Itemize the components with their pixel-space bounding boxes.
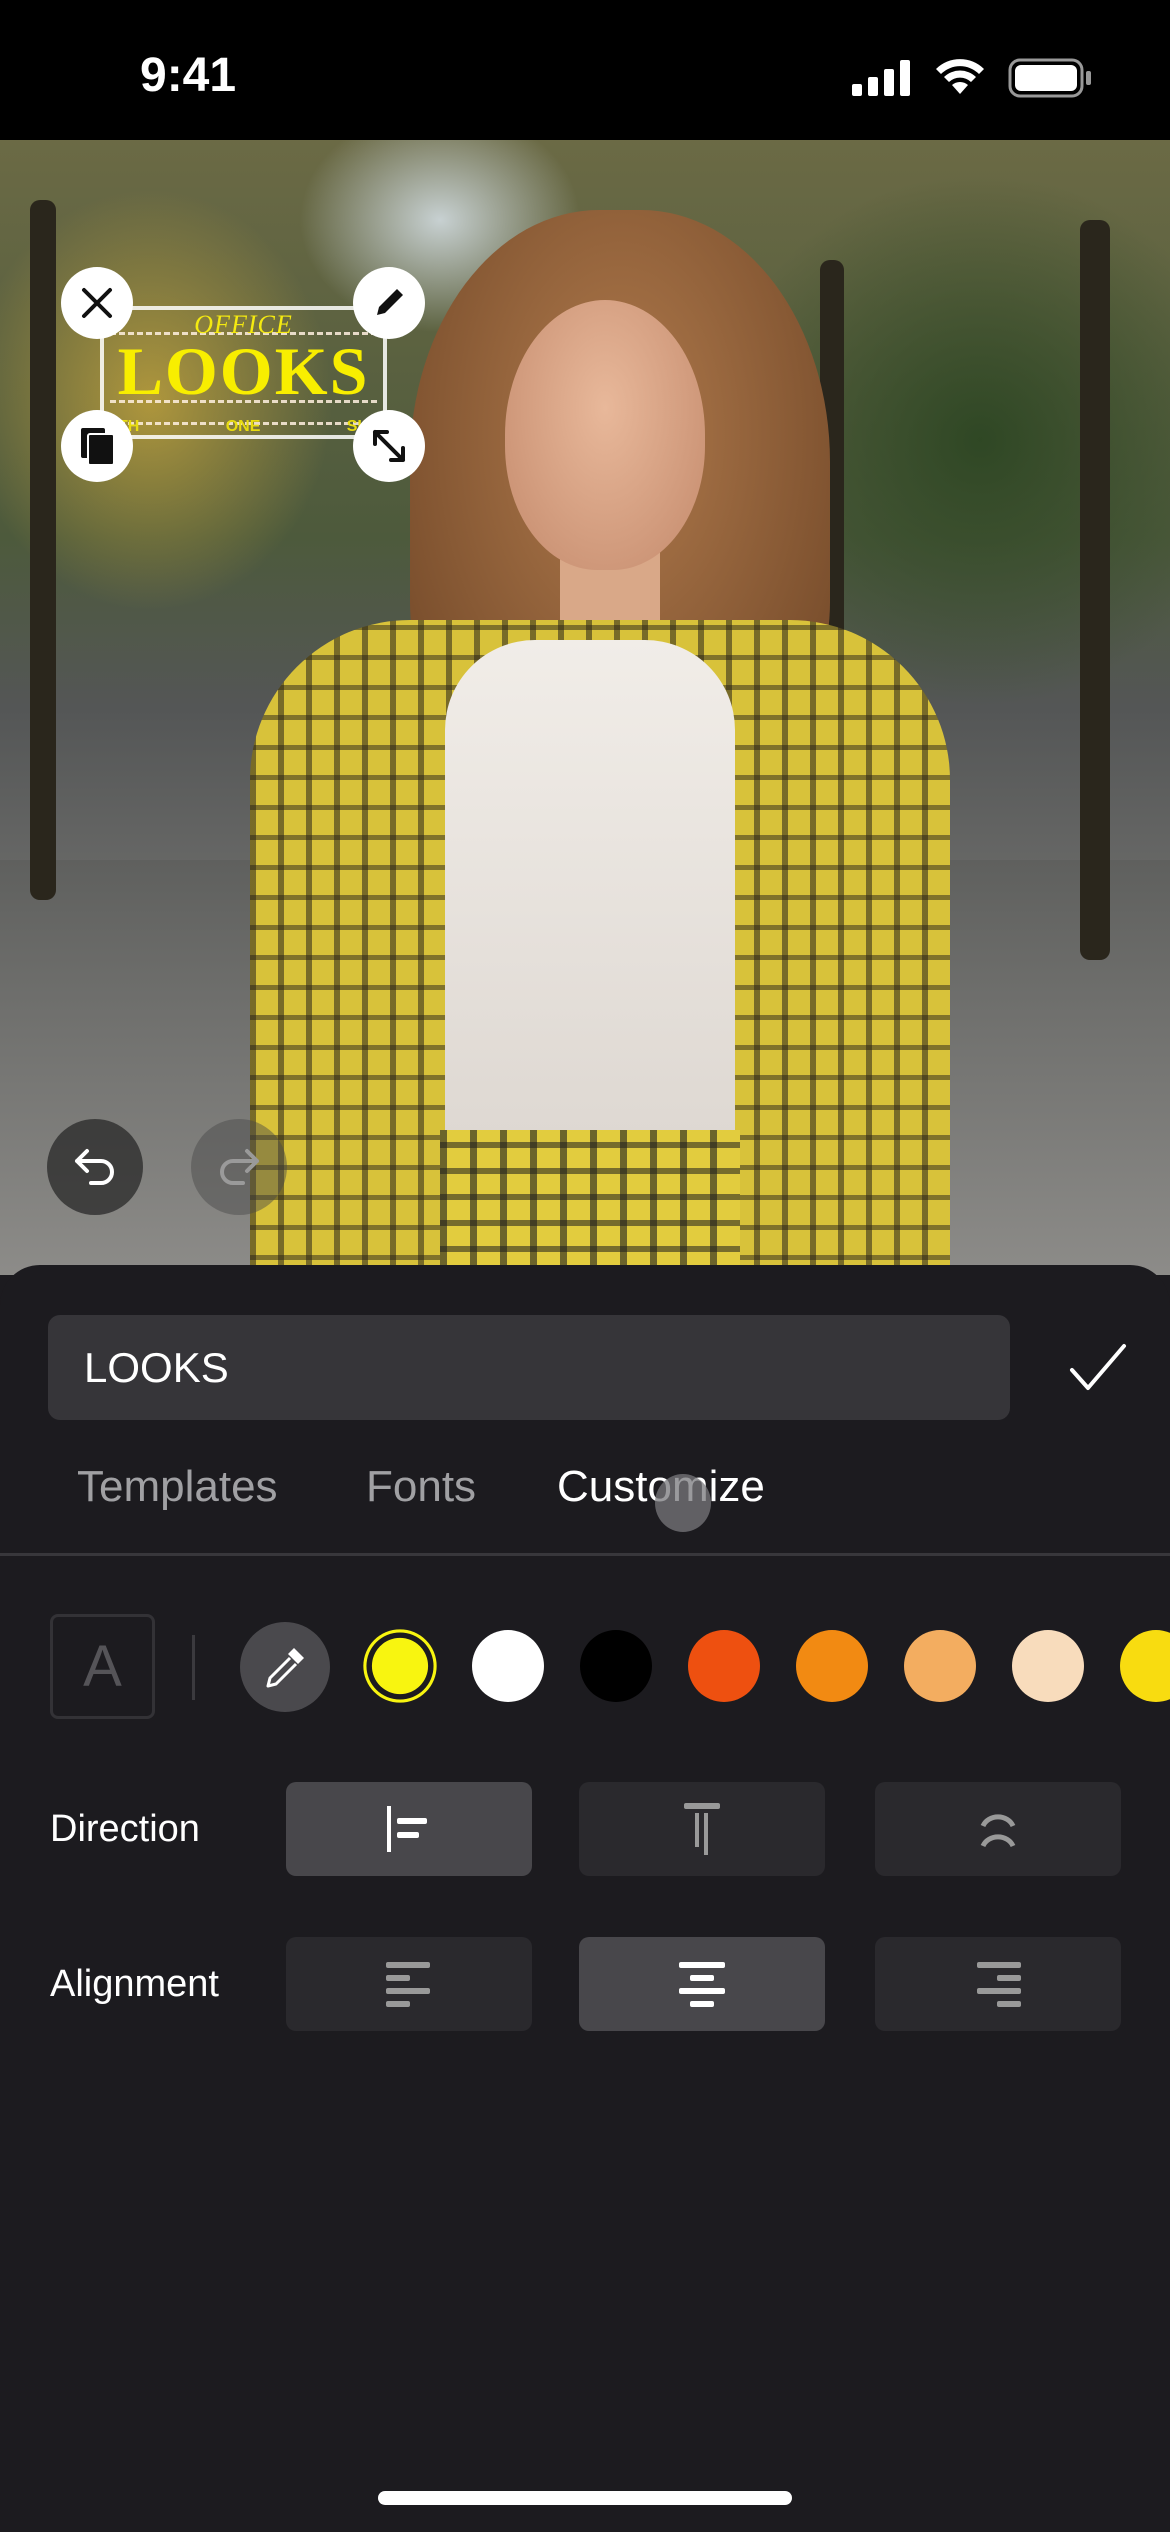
- color-swatch-selected[interactable]: [371, 1637, 429, 1695]
- horizontal-text-icon: [387, 1806, 427, 1852]
- wifi-icon: [936, 59, 984, 94]
- color-swatch[interactable]: [580, 1630, 652, 1702]
- direction-vertical-button[interactable]: [579, 1782, 825, 1876]
- curved-text-icon: [980, 1814, 1016, 1848]
- text-style-button[interactable]: A: [50, 1614, 155, 1719]
- cellular-signal-icon: [852, 60, 910, 96]
- resize-sticker-handle[interactable]: [353, 410, 425, 482]
- eyedropper-button[interactable]: [240, 1622, 330, 1712]
- direction-curved-button[interactable]: [875, 1782, 1121, 1876]
- color-swatch[interactable]: [1012, 1630, 1084, 1702]
- tree-trunk: [30, 200, 56, 900]
- color-swatch[interactable]: [472, 1630, 544, 1702]
- text-editor-panel: [0, 1265, 1170, 2532]
- eyedropper-icon: [266, 1648, 304, 1688]
- status-time: 9:41: [140, 49, 237, 102]
- status-bar: 9:41: [0, 0, 1170, 140]
- tree-trunk: [1080, 220, 1110, 960]
- divider: [0, 1553, 1170, 1556]
- plaid-skirt: [440, 1130, 740, 1275]
- align-center-button[interactable]: [579, 1937, 825, 2031]
- duplicate-icon: [81, 428, 115, 466]
- face: [505, 300, 705, 570]
- pencil-icon: [377, 289, 403, 315]
- color-swatch[interactable]: [904, 1630, 976, 1702]
- duplicate-sticker-button[interactable]: [61, 410, 133, 482]
- align-center-icon: [679, 1962, 725, 2007]
- text-sticker[interactable]: OFFICE LOOKS TH ONE SH: [100, 306, 387, 439]
- align-left-icon: [386, 1962, 430, 2007]
- confirm-button[interactable]: [1068, 1342, 1128, 1394]
- align-right-icon: [977, 1962, 1021, 2007]
- redo-button[interactable]: [191, 1119, 287, 1215]
- color-swatch[interactable]: [796, 1630, 868, 1702]
- align-right-button[interactable]: [875, 1937, 1121, 2031]
- undo-button[interactable]: [47, 1119, 143, 1215]
- resize-icon: [373, 430, 405, 462]
- sticker-word: ONE: [225, 418, 261, 435]
- separator: [192, 1635, 195, 1700]
- touch-indicator: [655, 1474, 711, 1532]
- redo-icon: [220, 1149, 259, 1185]
- tab-fonts[interactable]: Fonts: [366, 1462, 476, 1512]
- sticker-main-text: LOOKS: [117, 333, 370, 409]
- align-left-button[interactable]: [286, 1937, 532, 2031]
- checkmark-icon: [1070, 1344, 1126, 1390]
- undo-icon: [75, 1149, 114, 1185]
- white-shirt: [445, 640, 735, 1140]
- tab-templates[interactable]: Templates: [77, 1462, 278, 1512]
- battery-icon: [1008, 58, 1091, 98]
- direction-horizontal-button[interactable]: [286, 1782, 532, 1876]
- color-swatch[interactable]: [688, 1630, 760, 1702]
- close-icon: [82, 288, 112, 318]
- home-indicator: [378, 2491, 792, 2505]
- alignment-label: Alignment: [50, 1963, 219, 2005]
- edit-sticker-button[interactable]: [353, 267, 425, 339]
- vertical-text-icon: [684, 1803, 720, 1855]
- sticker-bottom-text: TH ONE SH: [118, 418, 369, 436]
- direction-label: Direction: [50, 1808, 200, 1850]
- text-input[interactable]: [48, 1315, 1010, 1420]
- delete-sticker-button[interactable]: [61, 267, 133, 339]
